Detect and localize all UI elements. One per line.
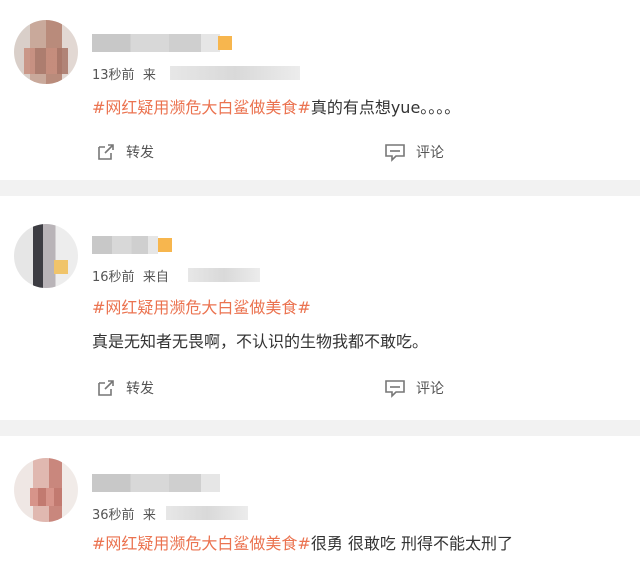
post-time: 36秒前 来 bbox=[92, 508, 156, 523]
source-blurred bbox=[188, 268, 260, 282]
comment-label: 评论 bbox=[416, 145, 444, 161]
topic-tag[interactable]: #网红疑用濒危大白鲨做美食# bbox=[92, 534, 311, 553]
username-blurred[interactable] bbox=[92, 236, 158, 254]
source-blurred bbox=[166, 506, 248, 520]
post-time: 13秒前 来 bbox=[92, 68, 156, 83]
divider bbox=[0, 180, 640, 196]
comment-icon bbox=[385, 380, 405, 398]
vip-badge-icon bbox=[218, 36, 232, 50]
source-blurred bbox=[170, 66, 300, 80]
username-blurred[interactable] bbox=[92, 34, 220, 52]
post-text: #网红疑用濒危大白鲨做美食#真的有点想yue。。。。 bbox=[92, 98, 461, 117]
share-icon bbox=[98, 380, 114, 396]
repost-button[interactable]: 转发 bbox=[96, 378, 154, 398]
share-icon bbox=[98, 144, 114, 160]
username-blurred[interactable] bbox=[92, 474, 220, 492]
repost-label: 转发 bbox=[126, 381, 154, 397]
vip-badge-icon bbox=[158, 238, 172, 252]
post-3: 36秒前 来 #网红疑用濒危大白鲨做美食#很勇 很敢吃 刑得不能太刑了 bbox=[0, 436, 640, 569]
avatar[interactable] bbox=[14, 458, 78, 522]
post-1: 13秒前 来 #网红疑用濒危大白鲨做美食#真的有点想yue。。。。 转发 评论 bbox=[0, 0, 640, 180]
comment-icon bbox=[385, 144, 405, 162]
comment-button[interactable]: 评论 bbox=[384, 378, 444, 398]
post-tag-line: #网红疑用濒危大白鲨做美食# bbox=[92, 294, 311, 318]
post-time: 16秒前 来自 bbox=[92, 270, 169, 285]
avatar[interactable] bbox=[14, 20, 78, 84]
divider bbox=[0, 420, 640, 436]
topic-tag[interactable]: #网红疑用濒危大白鲨做美食# bbox=[92, 298, 311, 317]
avatar[interactable] bbox=[14, 224, 78, 288]
comment-button[interactable]: 评论 bbox=[384, 142, 444, 162]
repost-label: 转发 bbox=[126, 145, 154, 161]
post-text: 真是无知者无畏啊，不认识的生物我都不敢吃。 bbox=[92, 332, 429, 351]
topic-tag[interactable]: #网红疑用濒危大白鲨做美食# bbox=[92, 98, 311, 117]
repost-button[interactable]: 转发 bbox=[96, 142, 154, 162]
post-2: 16秒前 来自 #网红疑用濒危大白鲨做美食# 真是无知者无畏啊，不认识的生物我都… bbox=[0, 196, 640, 420]
comment-label: 评论 bbox=[416, 381, 444, 397]
post-text: #网红疑用濒危大白鲨做美食#很勇 很敢吃 刑得不能太刑了 bbox=[92, 534, 514, 553]
